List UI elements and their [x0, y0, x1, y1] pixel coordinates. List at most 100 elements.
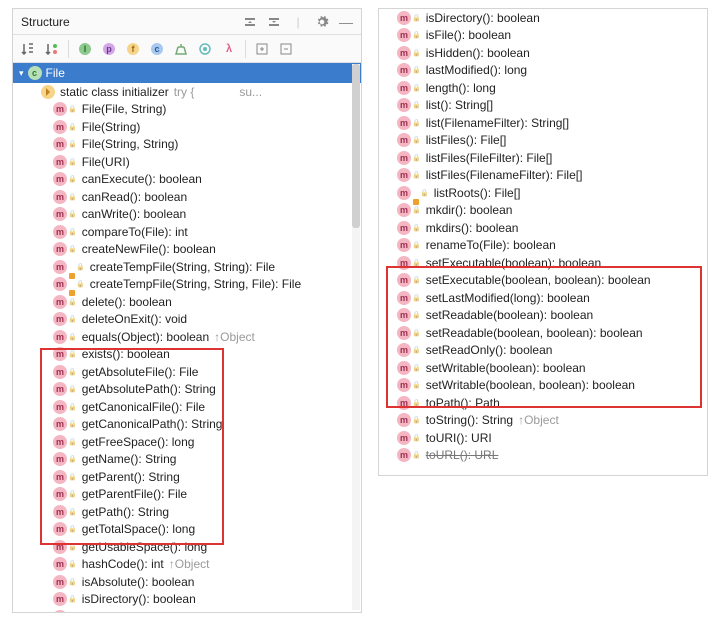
sort-visibility-button[interactable] — [41, 38, 63, 60]
scrollbar[interactable] — [352, 64, 360, 610]
method-row[interactable]: m🔒list(FilenameFilter): String[] — [379, 114, 707, 132]
method-row[interactable]: m🔒getUsableSpace(): long — [13, 538, 361, 556]
method-row[interactable]: m🔒setReadable(boolean, boolean): boolean — [379, 324, 707, 342]
method-row[interactable]: m🔒listFiles(): File[] — [379, 132, 707, 150]
method-row[interactable]: m🔒list(): String[] — [379, 97, 707, 115]
show-lambda-button[interactable]: λ — [218, 38, 240, 60]
method-row[interactable]: m🔒getAbsoluteFile(): File — [13, 363, 361, 381]
method-row[interactable]: m🔒equals(Object): boolean ↑Object — [13, 328, 361, 346]
show-interfaces-button[interactable]: I — [74, 38, 96, 60]
method-icon: m — [397, 81, 411, 95]
method-row[interactable]: m🔒getCanonicalFile(): File — [13, 398, 361, 416]
method-row[interactable]: m🔒getPath(): String — [13, 503, 361, 521]
method-row[interactable]: m🔒getTotalSpace(): long — [13, 521, 361, 539]
method-row[interactable]: m🔒setExecutable(boolean): boolean — [379, 254, 707, 272]
method-row[interactable]: m🔒getParentFile(): File — [13, 486, 361, 504]
method-row[interactable]: m🔒isFile(): boolean — [379, 27, 707, 45]
method-signature: isFile(): boolean — [426, 28, 511, 42]
method-row[interactable]: m🔒lastModified(): long — [379, 62, 707, 80]
method-row[interactable]: m🔒listFiles(FilenameFilter): File[] — [379, 167, 707, 185]
method-row[interactable]: m🔒mkdirs(): boolean — [379, 219, 707, 237]
method-row[interactable]: m🔒toURI(): URI — [379, 429, 707, 447]
hide-icon[interactable]: — — [335, 11, 357, 33]
inherit-label: ↑Object — [169, 557, 210, 571]
initializer-icon — [41, 85, 55, 99]
method-icon: m — [397, 413, 411, 427]
method-row[interactable]: m🔒getName(): String — [13, 451, 361, 469]
method-icon: m — [53, 155, 67, 169]
method-row[interactable]: m🔒compareTo(File): int — [13, 223, 361, 241]
method-row[interactable]: m🔒File(File, String) — [13, 101, 361, 119]
method-row[interactable]: m🔒exists(): boolean — [13, 346, 361, 364]
method-row[interactable]: m🔒toURL(): URL — [379, 447, 707, 465]
method-row[interactable]: m🔒deleteOnExit(): void — [13, 311, 361, 329]
method-row[interactable]: m🔒canRead(): boolean — [13, 188, 361, 206]
static-badge — [69, 273, 75, 279]
expand-all-button[interactable] — [251, 38, 273, 60]
lock-icon: 🔒 — [68, 228, 77, 236]
show-fields-button[interactable]: f — [122, 38, 144, 60]
scroll-from-source-icon[interactable] — [239, 11, 261, 33]
lock-icon: 🔒 — [412, 259, 421, 267]
show-properties-button[interactable]: p — [98, 38, 120, 60]
scrollbar-thumb[interactable] — [352, 64, 360, 228]
method-row[interactable]: m🔒setReadOnly(): boolean — [379, 342, 707, 360]
navigate-icon[interactable] — [263, 11, 285, 33]
method-row[interactable]: m🔒renameTo(File): boolean — [379, 237, 707, 255]
method-row[interactable]: m🔒getParent(): String — [13, 468, 361, 486]
settings-icon[interactable] — [311, 11, 333, 33]
method-row[interactable]: m🔒canWrite(): boolean — [13, 206, 361, 224]
lock-icon: 🔒 — [68, 490, 77, 498]
separator — [68, 40, 69, 58]
method-row[interactable]: m🔒createNewFile(): boolean — [13, 241, 361, 259]
method-row[interactable]: m🔒isAbsolute(): boolean — [13, 573, 361, 591]
method-row[interactable]: m🔒createTempFile(String, String): File — [13, 258, 361, 276]
method-row[interactable]: m🔒length(): long — [379, 79, 707, 97]
method-icon: m — [53, 487, 67, 501]
method-row[interactable]: m🔒listRoots(): File[] — [379, 184, 707, 202]
method-row[interactable]: m🔒delete(): boolean — [13, 293, 361, 311]
method-row[interactable]: m🔒toString(): String ↑Object — [379, 412, 707, 430]
method-row[interactable]: m🔒setWritable(boolean): boolean — [379, 359, 707, 377]
method-signature: File(String) — [82, 120, 141, 134]
collapse-all-button[interactable] — [275, 38, 297, 60]
method-row[interactable]: m🔒getAbsolutePath(): String — [13, 381, 361, 399]
method-row[interactable]: m🔒isFile(): boolean — [13, 608, 361, 612]
divider: | — [287, 11, 309, 33]
method-row[interactable]: m🔒hashCode(): int ↑Object — [13, 556, 361, 574]
inherit-label: ↑Object — [214, 330, 255, 344]
method-signature: mkdir(): boolean — [426, 203, 513, 217]
method-icon: m — [397, 396, 411, 410]
structure-tree-right[interactable]: m🔒isDirectory(): booleanm🔒isFile(): bool… — [379, 9, 707, 475]
method-row[interactable]: m🔒isDirectory(): boolean — [379, 9, 707, 27]
class-node-file[interactable]: ▾ c File — [13, 63, 361, 83]
show-inherited-button[interactable]: c — [146, 38, 168, 60]
method-signature: compareTo(File): int — [82, 225, 188, 239]
method-row[interactable]: m🔒listFiles(FileFilter): File[] — [379, 149, 707, 167]
lock-icon: 🔒 — [68, 210, 77, 218]
method-row[interactable]: m🔒File(URI) — [13, 153, 361, 171]
method-row[interactable]: m🔒File(String) — [13, 118, 361, 136]
method-row[interactable]: m🔒File(String, String) — [13, 136, 361, 154]
method-row[interactable]: m🔒setExecutable(boolean, boolean): boole… — [379, 272, 707, 290]
method-row[interactable]: m🔒setWritable(boolean, boolean): boolean — [379, 377, 707, 395]
sort-alpha-button[interactable] — [17, 38, 39, 60]
method-row[interactable]: m🔒createTempFile(String, String, File): … — [13, 276, 361, 294]
method-row[interactable]: m🔒getFreeSpace(): long — [13, 433, 361, 451]
initializer-label: static class initializer — [60, 85, 169, 99]
method-row[interactable]: m🔒getCanonicalPath(): String — [13, 416, 361, 434]
method-row[interactable]: m🔒isHidden(): boolean — [379, 44, 707, 62]
method-signature: isDirectory(): boolean — [82, 592, 196, 606]
show-overriding-button[interactable] — [194, 38, 216, 60]
method-signature: getName(): String — [82, 452, 177, 466]
lock-icon: 🔒 — [68, 368, 77, 376]
method-row[interactable]: m🔒mkdir(): boolean — [379, 202, 707, 220]
static-initializer[interactable]: static class initializer try { su... — [13, 83, 361, 101]
show-anonymous-button[interactable] — [170, 38, 192, 60]
method-row[interactable]: m🔒isDirectory(): boolean — [13, 591, 361, 609]
method-row[interactable]: m🔒toPath(): Path — [379, 394, 707, 412]
structure-tree[interactable]: ▾ c File static class initializer try { … — [13, 63, 361, 612]
method-row[interactable]: m🔒canExecute(): boolean — [13, 171, 361, 189]
method-row[interactable]: m🔒setReadable(boolean): boolean — [379, 307, 707, 325]
method-row[interactable]: m🔒setLastModified(long): boolean — [379, 289, 707, 307]
